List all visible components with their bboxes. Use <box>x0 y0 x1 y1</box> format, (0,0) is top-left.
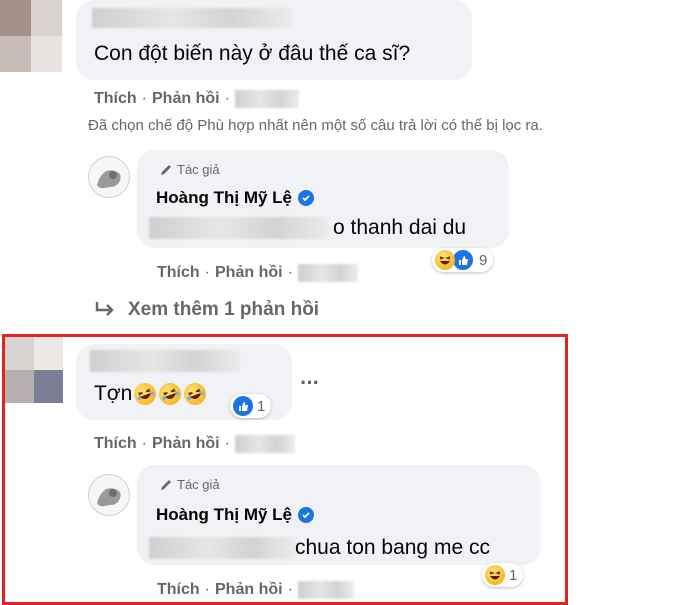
like-action[interactable]: Thích <box>157 264 200 282</box>
reply-action[interactable]: Phản hồi <box>215 581 283 599</box>
reply-action[interactable]: Phản hồi <box>152 435 220 453</box>
comment-text-row: Tợn <box>94 379 210 409</box>
pencil-icon <box>159 478 173 492</box>
separator: · <box>141 435 147 452</box>
reply-bubble: Tác giả Hoàng Thị Mỹ Lệ chua ton bang me… <box>137 465 541 565</box>
redacted-commenter-name <box>92 8 292 28</box>
reply-action[interactable]: Phản hồi <box>215 264 283 282</box>
separator: · <box>224 90 230 107</box>
rofl-icon <box>156 379 185 409</box>
reaction-summary[interactable]: 1 <box>230 394 272 418</box>
separator: · <box>287 264 293 281</box>
more-options-button[interactable]: ··· <box>300 370 320 396</box>
verified-badge-icon <box>298 507 314 523</box>
reply-text: chua ton bang me cc <box>295 536 490 559</box>
pencil-icon <box>159 163 173 177</box>
like-action[interactable]: Thích <box>157 581 200 599</box>
haha-icon <box>435 250 455 270</box>
redacted-commenter-name <box>90 350 240 372</box>
verified-badge-icon <box>298 190 314 206</box>
reaction-count: 1 <box>257 397 266 415</box>
like-action[interactable]: Thích <box>94 435 137 453</box>
author-name-row: Hoàng Thị Mỹ Lệ <box>156 188 314 208</box>
reply-action[interactable]: Phản hồi <box>152 90 220 108</box>
comment-actions: Thích · Phản hồi · <box>94 433 295 455</box>
reply-text: o thanh dai du <box>333 216 467 239</box>
comment-bubble: Con đột biến này ở đâu thế ca sĩ? <box>76 0 472 80</box>
commenter-avatar[interactable] <box>0 0 62 72</box>
separator: · <box>224 435 230 452</box>
comment-text: Con đột biến này ở đâu thế ca sĩ? <box>94 42 411 65</box>
author-avatar[interactable] <box>88 474 130 516</box>
redacted-timestamp <box>297 581 354 599</box>
reaction-summary[interactable]: 1 <box>482 563 524 587</box>
author-avatar[interactable] <box>88 156 130 198</box>
view-more-label[interactable]: Xem thêm 1 phản hồi <box>128 299 319 321</box>
author-tag-label: Tác giả <box>177 162 220 177</box>
separator: · <box>204 581 210 598</box>
redacted-timestamp <box>234 435 295 453</box>
author-name[interactable]: Hoàng Thị Mỹ Lệ <box>156 188 292 208</box>
reply-arrow-icon <box>94 300 116 320</box>
author-tag: Tác giả <box>159 477 220 492</box>
redacted-timestamp <box>234 90 299 108</box>
view-more-replies[interactable]: Xem thêm 1 phản hồi <box>94 299 319 321</box>
redacted-timestamp <box>297 264 358 282</box>
author-tag: Tác giả <box>159 162 220 177</box>
separator: · <box>141 90 147 107</box>
separator: · <box>204 264 210 281</box>
reply-bubble: Tác giả Hoàng Thị Mỹ Lệ o thanh dai du <box>137 150 509 248</box>
reaction-count: 1 <box>509 566 518 584</box>
reaction-summary[interactable]: 9 <box>432 248 494 272</box>
filter-notice: Đã chọn chế độ Phù hợp nhất nên một số c… <box>88 117 543 134</box>
author-name-row: Hoàng Thị Mỹ Lệ <box>156 505 314 525</box>
comment-text: Tợn <box>94 382 133 405</box>
haha-icon <box>485 565 505 585</box>
comment-actions: Thích · Phản hồi · <box>94 88 299 110</box>
rofl-icon <box>181 379 210 409</box>
redacted-mention <box>149 537 297 559</box>
author-name[interactable]: Hoàng Thị Mỹ Lệ <box>156 505 292 525</box>
reply-actions: Thích · Phản hồi · <box>157 579 354 601</box>
separator: · <box>287 581 293 598</box>
reaction-count: 9 <box>479 251 488 269</box>
reply-actions: Thích · Phản hồi · <box>157 262 358 284</box>
author-tag-label: Tác giả <box>177 477 220 492</box>
like-action[interactable]: Thích <box>94 90 137 108</box>
rofl-icon <box>131 379 160 409</box>
like-icon <box>233 396 253 416</box>
commenter-avatar[interactable] <box>5 337 63 403</box>
redacted-mention <box>149 217 329 239</box>
